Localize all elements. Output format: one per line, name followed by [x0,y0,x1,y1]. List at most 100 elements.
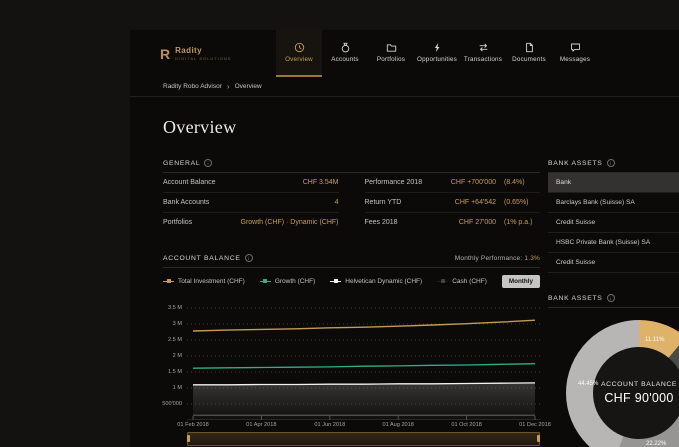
bank-assets-chart-section: BANK ASSETS ACCOUNT BALANCE CHF 90'000 1… [548,294,679,447]
row-label: Return YTD [365,199,455,206]
x-axis-label: 01 Apr 2018 [246,422,276,428]
general-table: Account Balance CHF 3.54M Bank Accounts … [163,173,540,232]
bank-assets-table: Bank Barclays Bank (Suisse) SA Credit Su… [548,173,679,273]
radity-logo: R Radity DIGITAL SOLUTIONS [160,30,276,77]
legend-label: Growth (CHF) [275,278,315,285]
bank-row[interactable]: Credit Suisse [548,213,679,233]
donut-chart: ACCOUNT BALANCE CHF 90'000 11.11% 22.22%… [566,320,679,447]
donut-center-label: ACCOUNT BALANCE [601,381,677,388]
logo-tagline: DIGITAL SOLUTIONS [175,56,231,61]
account-balance-section: ACCOUNT BALANCE Monthly Performance: 1.3… [163,254,540,446]
general-section-header: GENERAL [163,159,540,173]
tab-accounts[interactable]: Accounts [322,30,368,77]
row-value: CHF 27'000 [459,219,496,226]
y-axis-label: 1.5 M [168,369,182,375]
legend-item-helvetican-dynamic[interactable]: Helvetican Dynamic (CHF) [330,278,422,285]
x-axis-label: 01 Jun 2018 [314,422,345,428]
tab-label: Messages [560,56,590,63]
legend-item-cash[interactable]: Cash (CHF) [437,278,487,285]
y-axis-label: 2 M [173,353,182,359]
row-value: 4 [335,199,339,206]
line-chart: 3.5 M3 M2.5 M2 M1.5 M1 M500'000 [163,295,540,420]
x-axis-label: 01 Dec 2018 [519,422,551,428]
chart-series-line [193,364,535,369]
tab-messages[interactable]: Messages [552,30,598,77]
legend-marker [330,278,341,284]
chart-legend: Total Investment (CHF) Growth (CHF) Helv… [163,268,540,294]
breadcrumb-parent[interactable]: Radity Robo Advisor [163,83,222,90]
y-axis-label: 1 M [173,385,182,391]
account-balance-title: ACCOUNT BALANCE [163,255,241,262]
legend-marker [163,278,174,284]
x-axis-label: 01 Oct 2018 [451,422,481,428]
row-percent: (1% p.a.) [504,219,540,226]
chart-plot-area[interactable] [187,295,540,420]
bank-column-header: Bank [548,173,679,193]
table-row: Return YTD CHF +64'542 (0.65%) [365,193,541,213]
tab-label: Documents [512,56,546,63]
tab-label: Accounts [331,56,359,63]
tab-opportunities[interactable]: Opportunities [414,30,460,77]
main-column: GENERAL Account Balance CHF 3.54M Bank A… [163,159,540,447]
account-balance-header: ACCOUNT BALANCE Monthly Performance: 1.3… [163,254,540,268]
row-value: CHF +700'000 [451,179,496,186]
moneybag-icon [340,42,351,53]
y-axis-label: 500'000 [162,401,182,407]
tab-transactions[interactable]: Transactions [460,30,506,77]
breadcrumb-current: Overview [235,83,262,90]
legend-marker [437,278,448,284]
chart-series-line [193,320,535,331]
bank-row[interactable]: HSBC Private Bank (Suisse) SA [548,233,679,253]
tab-documents[interactable]: Documents [506,30,552,77]
tab-portfolios[interactable]: Portfolios [368,30,414,77]
general-right-column: Performance 2018 CHF +700'000 (8.4%) Ret… [365,173,541,232]
lightning-icon [432,42,443,53]
row-value: Growth (CHF) · Dynamic (CHF) [241,219,339,226]
donut-center: ACCOUNT BALANCE CHF 90'000 [593,347,679,439]
row-value: CHF 3.54M [303,179,339,186]
slice-label: 11.11% [645,337,664,343]
table-row: Bank Accounts 4 [163,193,339,213]
y-axis-label: 2.5 M [168,337,182,343]
row-label: Account Balance [163,179,303,186]
nav-tabs: Overview Accounts Portfolios Opportuniti… [276,30,598,77]
row-value: CHF +64'542 [455,199,496,206]
info-icon[interactable] [607,294,615,302]
legend-label: Helvetican Dynamic (CHF) [345,278,422,285]
tab-label: Transactions [464,56,502,63]
info-icon[interactable] [607,159,615,167]
general-section-title: GENERAL [163,160,200,167]
row-label: Portfolios [163,219,241,226]
info-icon[interactable] [204,159,212,167]
tab-label: Overview [285,56,313,63]
bank-assets-header: BANK ASSETS [548,159,679,173]
donut-center-value: CHF 90'000 [604,391,673,405]
bank-assets-chart-header: BANK ASSETS [548,294,679,308]
folder-icon [386,42,397,53]
radity-logo-icon: R [160,47,170,61]
top-navigation-bar: R Radity DIGITAL SOLUTIONS Overview Acco… [130,30,679,77]
document-icon [524,42,535,53]
bank-assets-list-section: BANK ASSETS Bank Barclays Bank (Suisse) … [548,159,679,273]
time-range-brush[interactable] [187,432,540,446]
clock-icon [294,42,305,53]
table-row: Fees 2018 CHF 27'000 (1% p.a.) [365,213,541,232]
info-icon[interactable] [245,254,253,262]
content: GENERAL Account Balance CHF 3.54M Bank A… [163,159,679,447]
logo-name: Radity [175,46,231,55]
legend-item-total-investment[interactable]: Total Investment (CHF) [163,278,245,285]
tab-label: Portfolios [377,56,405,63]
tab-overview[interactable]: Overview [276,30,322,77]
monthly-performance: Monthly Performance: 1.3% [455,255,540,262]
bank-row[interactable]: Barclays Bank (Suisse) SA [548,193,679,213]
bank-row[interactable]: Credit Suisse [548,253,679,273]
period-selector-button[interactable]: Monthly [502,275,540,288]
legend-label: Cash (CHF) [452,278,487,285]
breadcrumb: Radity Robo Advisor › Overview [130,77,679,97]
legend-item-growth[interactable]: Growth (CHF) [260,278,315,285]
page-title: Overview [163,117,679,138]
y-axis: 3.5 M3 M2.5 M2 M1.5 M1 M500'000 [163,295,187,420]
chat-bubble-icon [570,42,581,53]
row-label: Performance 2018 [365,179,451,186]
row-label: Fees 2018 [365,219,459,226]
